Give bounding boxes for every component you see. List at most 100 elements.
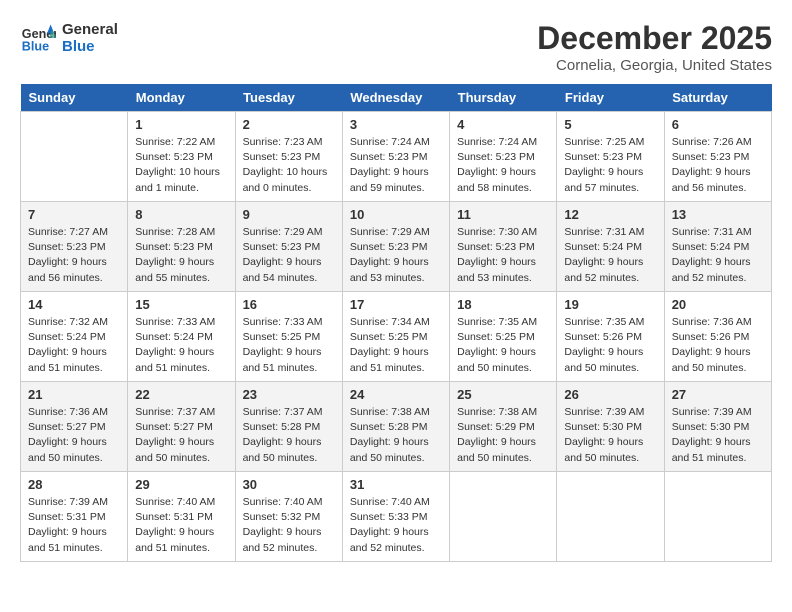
calendar-cell: 17 Sunrise: 7:34 AMSunset: 5:25 PMDayligh…	[342, 292, 449, 382]
calendar-cell: 23 Sunrise: 7:37 AMSunset: 5:28 PMDayligh…	[235, 382, 342, 472]
calendar-cell: 8 Sunrise: 7:28 AMSunset: 5:23 PMDaylight…	[128, 202, 235, 292]
svg-text:Blue: Blue	[22, 40, 49, 54]
calendar-cell: 30 Sunrise: 7:40 AMSunset: 5:32 PMDayligh…	[235, 472, 342, 562]
calendar-week-5: 28 Sunrise: 7:39 AMSunset: 5:31 PMDayligh…	[21, 472, 772, 562]
day-number: 9	[243, 207, 335, 222]
day-number: 8	[135, 207, 227, 222]
day-info: Sunrise: 7:33 AMSunset: 5:25 PMDaylight:…	[243, 315, 335, 376]
calendar-cell: 31 Sunrise: 7:40 AMSunset: 5:33 PMDayligh…	[342, 472, 449, 562]
calendar-cell: 1 Sunrise: 7:22 AMSunset: 5:23 PMDaylight…	[128, 112, 235, 202]
calendar-cell: 26 Sunrise: 7:39 AMSunset: 5:30 PMDayligh…	[557, 382, 664, 472]
calendar-week-3: 14 Sunrise: 7:32 AMSunset: 5:24 PMDayligh…	[21, 292, 772, 382]
calendar-table: SundayMondayTuesdayWednesdayThursdayFrid…	[20, 84, 772, 562]
calendar-cell: 11Sunrise: 7:30 AMSunset: 5:23 PMDayligh…	[450, 202, 557, 292]
calendar-cell: 5 Sunrise: 7:25 AMSunset: 5:23 PMDaylight…	[557, 112, 664, 202]
logo-general: General	[62, 21, 118, 38]
day-number: 16	[243, 297, 335, 312]
day-info: Sunrise: 7:35 AMSunset: 5:26 PMDaylight:…	[564, 315, 656, 376]
calendar-cell: 6 Sunrise: 7:26 AMSunset: 5:23 PMDaylight…	[664, 112, 771, 202]
day-number: 20	[672, 297, 764, 312]
calendar-cell: 3 Sunrise: 7:24 AMSunset: 5:23 PMDaylight…	[342, 112, 449, 202]
title-block: December 2025 Cornelia, Georgia, United …	[537, 20, 772, 74]
day-info: Sunrise: 7:24 AMSunset: 5:23 PMDaylight:…	[350, 135, 442, 196]
day-info: Sunrise: 7:25 AMSunset: 5:23 PMDaylight:…	[564, 135, 656, 196]
day-number: 12	[564, 207, 656, 222]
day-info: Sunrise: 7:35 AMSunset: 5:25 PMDaylight:…	[457, 315, 549, 376]
calendar-cell: 4 Sunrise: 7:24 AMSunset: 5:23 PMDaylight…	[450, 112, 557, 202]
day-info: Sunrise: 7:36 AMSunset: 5:27 PMDaylight:…	[28, 405, 120, 466]
day-info: Sunrise: 7:34 AMSunset: 5:25 PMDaylight:…	[350, 315, 442, 376]
day-info: Sunrise: 7:36 AMSunset: 5:26 PMDaylight:…	[672, 315, 764, 376]
day-number: 21	[28, 387, 120, 402]
day-info: Sunrise: 7:24 AMSunset: 5:23 PMDaylight:…	[457, 135, 549, 196]
day-number: 28	[28, 477, 120, 492]
day-info: Sunrise: 7:39 AMSunset: 5:31 PMDaylight:…	[28, 495, 120, 556]
day-number: 14	[28, 297, 120, 312]
day-info: Sunrise: 7:22 AMSunset: 5:23 PMDaylight:…	[135, 135, 227, 196]
calendar-cell: 9Sunrise: 7:29 AMSunset: 5:23 PMDaylight…	[235, 202, 342, 292]
day-number: 30	[243, 477, 335, 492]
calendar-cell: 2 Sunrise: 7:23 AMSunset: 5:23 PMDaylight…	[235, 112, 342, 202]
day-info: Sunrise: 7:33 AMSunset: 5:24 PMDaylight:…	[135, 315, 227, 376]
calendar-header-row: SundayMondayTuesdayWednesdayThursdayFrid…	[21, 84, 772, 112]
calendar-cell: 24Sunrise: 7:38 AMSunset: 5:28 PMDayligh…	[342, 382, 449, 472]
calendar-cell: 21 Sunrise: 7:36 AMSunset: 5:27 PMDayligh…	[21, 382, 128, 472]
calendar-cell: 27Sunrise: 7:39 AMSunset: 5:30 PMDayligh…	[664, 382, 771, 472]
day-number: 7	[28, 207, 120, 222]
calendar-cell: 25Sunrise: 7:38 AMSunset: 5:29 PMDayligh…	[450, 382, 557, 472]
location: Cornelia, Georgia, United States	[537, 57, 772, 74]
day-info: Sunrise: 7:26 AMSunset: 5:23 PMDaylight:…	[672, 135, 764, 196]
calendar-cell: 14 Sunrise: 7:32 AMSunset: 5:24 PMDayligh…	[21, 292, 128, 382]
calendar-cell: 12 Sunrise: 7:31 AMSunset: 5:24 PMDayligh…	[557, 202, 664, 292]
calendar-cell: 16 Sunrise: 7:33 AMSunset: 5:25 PMDayligh…	[235, 292, 342, 382]
day-number: 5	[564, 117, 656, 132]
day-number: 10	[350, 207, 442, 222]
day-number: 31	[350, 477, 442, 492]
calendar-cell: 20 Sunrise: 7:36 AMSunset: 5:26 PMDayligh…	[664, 292, 771, 382]
day-info: Sunrise: 7:23 AMSunset: 5:23 PMDaylight:…	[243, 135, 335, 196]
day-number: 11	[457, 207, 549, 222]
day-number: 6	[672, 117, 764, 132]
day-number: 18	[457, 297, 549, 312]
logo: General Blue General Blue	[20, 20, 118, 56]
day-info: Sunrise: 7:38 AMSunset: 5:29 PMDaylight:…	[457, 405, 549, 466]
day-info: Sunrise: 7:32 AMSunset: 5:24 PMDaylight:…	[28, 315, 120, 376]
day-header-wednesday: Wednesday	[342, 84, 449, 112]
day-header-thursday: Thursday	[450, 84, 557, 112]
day-number: 15	[135, 297, 227, 312]
day-info: Sunrise: 7:28 AMSunset: 5:23 PMDaylight:…	[135, 225, 227, 286]
day-header-monday: Monday	[128, 84, 235, 112]
calendar-cell	[557, 472, 664, 562]
day-number: 26	[564, 387, 656, 402]
day-header-sunday: Sunday	[21, 84, 128, 112]
calendar-cell: 28 Sunrise: 7:39 AMSunset: 5:31 PMDayligh…	[21, 472, 128, 562]
day-info: Sunrise: 7:39 AMSunset: 5:30 PMDaylight:…	[564, 405, 656, 466]
day-header-tuesday: Tuesday	[235, 84, 342, 112]
day-number: 29	[135, 477, 227, 492]
calendar-cell: 10 Sunrise: 7:29 AMSunset: 5:23 PMDayligh…	[342, 202, 449, 292]
day-info: Sunrise: 7:37 AMSunset: 5:28 PMDaylight:…	[243, 405, 335, 466]
calendar-week-1: 1 Sunrise: 7:22 AMSunset: 5:23 PMDaylight…	[21, 112, 772, 202]
day-number: 3	[350, 117, 442, 132]
day-info: Sunrise: 7:40 AMSunset: 5:33 PMDaylight:…	[350, 495, 442, 556]
calendar-cell	[450, 472, 557, 562]
day-number: 1	[135, 117, 227, 132]
day-info: Sunrise: 7:27 AMSunset: 5:23 PMDaylight:…	[28, 225, 120, 286]
day-info: Sunrise: 7:40 AMSunset: 5:32 PMDaylight:…	[243, 495, 335, 556]
day-info: Sunrise: 7:31 AMSunset: 5:24 PMDaylight:…	[564, 225, 656, 286]
day-info: Sunrise: 7:37 AMSunset: 5:27 PMDaylight:…	[135, 405, 227, 466]
calendar-week-2: 7 Sunrise: 7:27 AMSunset: 5:23 PMDaylight…	[21, 202, 772, 292]
calendar-cell: 19 Sunrise: 7:35 AMSunset: 5:26 PMDayligh…	[557, 292, 664, 382]
day-number: 19	[564, 297, 656, 312]
calendar-cell: 13Sunrise: 7:31 AMSunset: 5:24 PMDayligh…	[664, 202, 771, 292]
calendar-week-4: 21 Sunrise: 7:36 AMSunset: 5:27 PMDayligh…	[21, 382, 772, 472]
day-number: 17	[350, 297, 442, 312]
day-info: Sunrise: 7:38 AMSunset: 5:28 PMDaylight:…	[350, 405, 442, 466]
day-info: Sunrise: 7:29 AMSunset: 5:23 PMDaylight:…	[350, 225, 442, 286]
day-number: 23	[243, 387, 335, 402]
day-number: 4	[457, 117, 549, 132]
calendar-cell: 29 Sunrise: 7:40 AMSunset: 5:31 PMDayligh…	[128, 472, 235, 562]
logo-icon: General Blue	[20, 20, 56, 56]
day-number: 2	[243, 117, 335, 132]
day-info: Sunrise: 7:40 AMSunset: 5:31 PMDaylight:…	[135, 495, 227, 556]
